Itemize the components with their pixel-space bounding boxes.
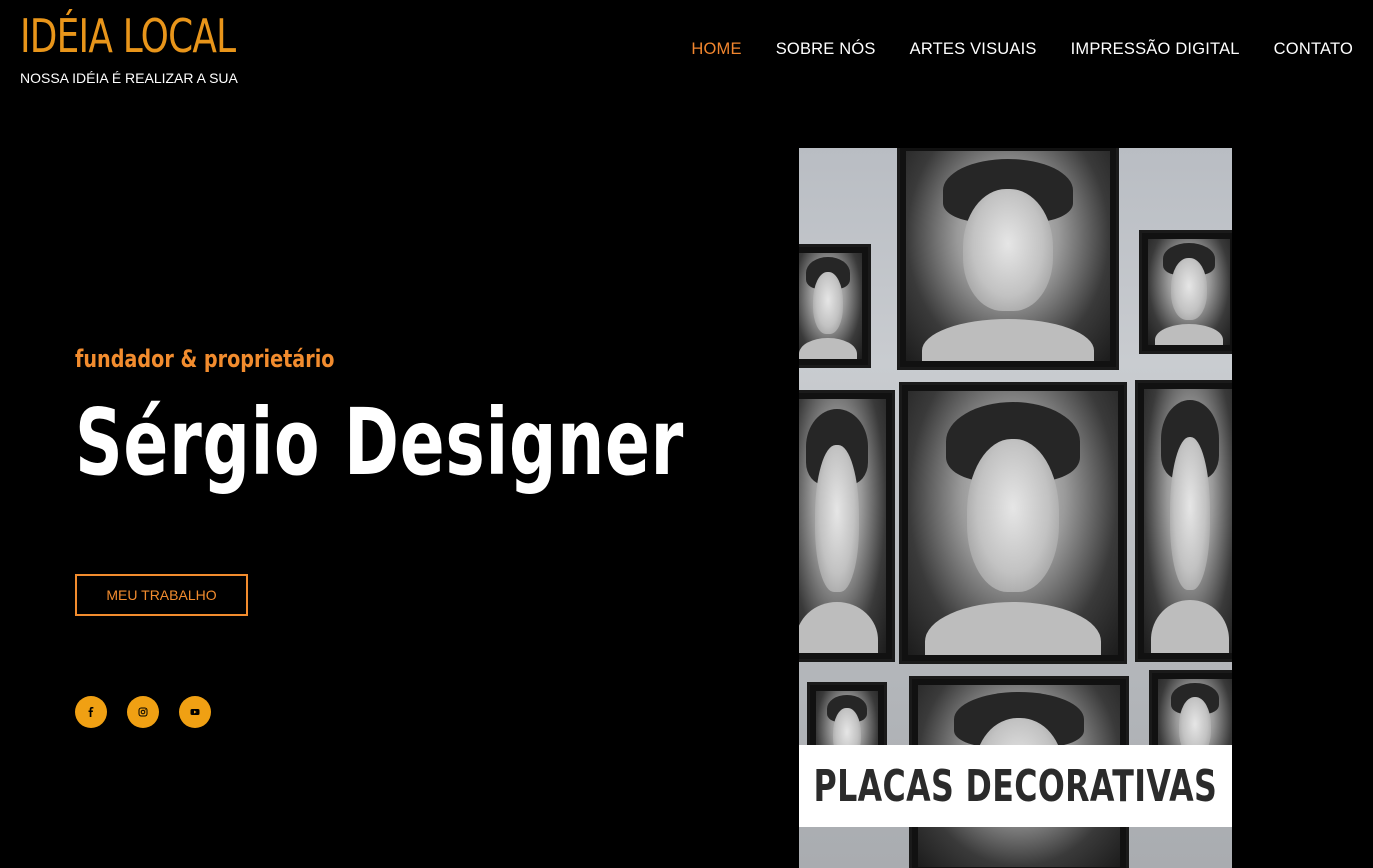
brand-title[interactable]: IDÉIA LOCAL (20, 8, 236, 64)
youtube-link[interactable] (179, 696, 211, 728)
nav-item-artes-visuais[interactable]: ARTES VISUAIS (910, 38, 1037, 60)
hero-subtitle: fundador & proprietário (75, 345, 335, 373)
portrait-face (1170, 258, 1208, 320)
meu-trabalho-button[interactable]: MEU TRABALHO (75, 574, 248, 616)
portrait-shoulders (922, 319, 1094, 361)
portrait-face (963, 188, 1053, 311)
main-nav: HOME SOBRE NÓS ARTES VISUAIS IMPRESSÃO D… (691, 38, 1353, 60)
youtube-icon (190, 709, 200, 715)
portrait-image (908, 391, 1118, 655)
portrait-image (906, 151, 1110, 361)
facebook-icon (88, 707, 94, 717)
instagram-icon (138, 707, 148, 717)
portrait-image (1144, 389, 1232, 653)
nav-item-contato[interactable]: CONTATO (1274, 38, 1353, 60)
portrait-face (966, 438, 1060, 592)
portrait-frame (1139, 230, 1232, 354)
brand[interactable]: IDÉIA LOCAL NOSSA IDÉIA É REALIZAR A SUA (20, 8, 296, 86)
portrait-frame (799, 390, 895, 662)
portrait-shoulders (924, 602, 1102, 655)
instagram-link[interactable] (127, 696, 159, 728)
portrait-face (813, 272, 843, 334)
brand-tagline: NOSSA IDÉIA É REALIZAR A SUA (20, 70, 238, 86)
gallery-banner: PLACAS DECORATIVAS (799, 745, 1232, 827)
gallery-banner-text: PLACAS DECORATIVAS (813, 760, 1218, 812)
portrait-image (799, 253, 862, 359)
gallery-image-placas-decorativas[interactable]: PLACAS DECORATIVAS (799, 148, 1232, 868)
portrait-face (1169, 436, 1211, 590)
portrait-shoulders (799, 602, 879, 653)
portrait-shoulders (1154, 323, 1224, 345)
portrait-shoulders (1151, 600, 1229, 653)
portrait-image (1148, 239, 1230, 345)
hero-section: fundador & proprietário Sérgio Designer (75, 345, 921, 493)
nav-item-sobre-nos[interactable]: SOBRE NÓS (776, 38, 876, 60)
portrait-frame (799, 244, 871, 368)
portrait-frame (897, 148, 1119, 370)
portrait-frame (1135, 380, 1232, 662)
social-links (75, 696, 211, 728)
nav-item-home[interactable]: HOME (691, 38, 741, 60)
portrait-frame (899, 382, 1127, 664)
nav-item-impressao-digital[interactable]: IMPRESSÃO DIGITAL (1071, 38, 1240, 60)
hero-headline: Sérgio Designer (75, 389, 685, 496)
portrait-shoulders (799, 337, 857, 359)
facebook-link[interactable] (75, 696, 107, 728)
portrait-face (815, 444, 859, 593)
portrait-image (799, 399, 886, 653)
